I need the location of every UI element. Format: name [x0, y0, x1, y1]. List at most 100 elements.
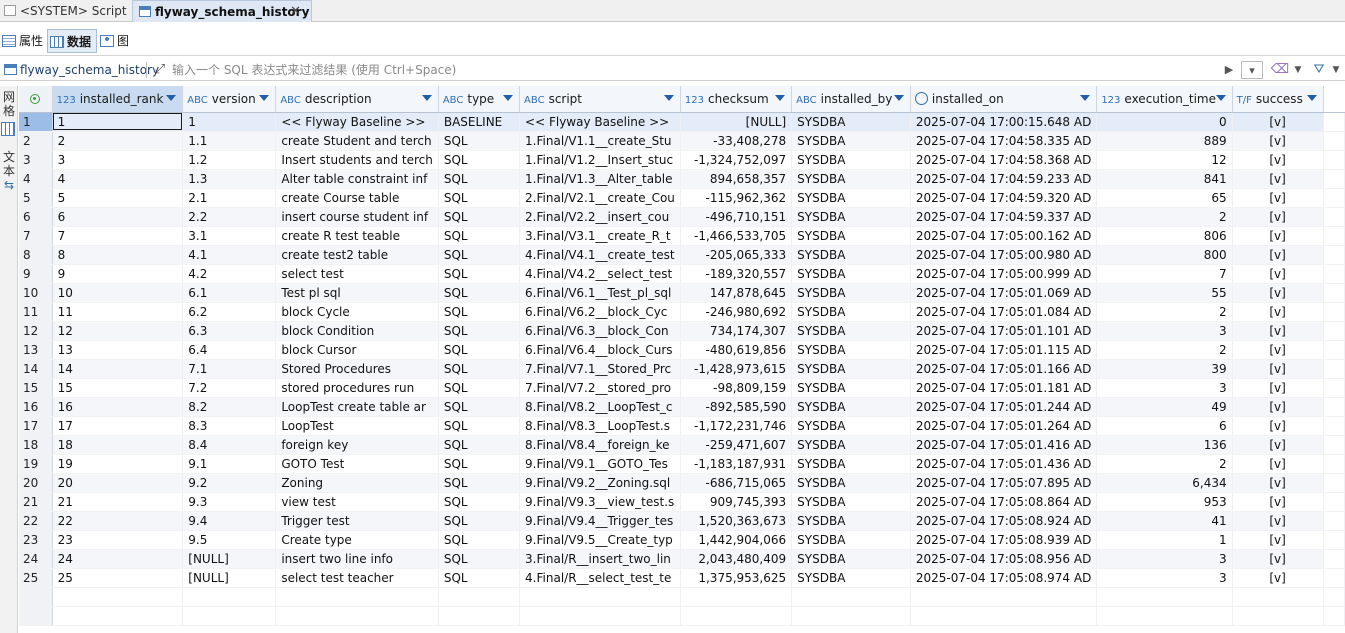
cell-type[interactable]: SQL [438, 131, 521, 151]
cell-description[interactable]: Alter table constraint inf [275, 169, 439, 189]
chevron-down-icon[interactable] [663, 95, 674, 101]
cell-installed-by[interactable]: SYSDBA [791, 511, 911, 531]
cell-script[interactable]: 6.Final/V6.3__block_Con [519, 321, 681, 341]
column-header-installed-by[interactable]: ABC installed_by [791, 86, 911, 113]
cell-checksum[interactable]: -259,471,607 [680, 435, 793, 455]
row-status-header[interactable] [19, 86, 53, 113]
cell-version[interactable]: 6.3 [182, 321, 277, 341]
cell-type[interactable]: SQL [438, 568, 521, 588]
cell-version[interactable]: 6.2 [182, 302, 277, 322]
table-row[interactable]: 19 19 9.1 GOTO Test SQL 9.Final/V9.1__GOTO_Te… [19, 454, 1345, 474]
cell-checksum[interactable]: -33,408,278 [680, 131, 793, 151]
cell-description[interactable]: Test pl sql [275, 283, 439, 303]
table-row[interactable]: 23 23 9.5 Create type SQL 9.Final/V9.5__Creat… [19, 530, 1345, 550]
cell-installed-on[interactable]: 2025-07-04 17:04:59.233 AD [910, 169, 1098, 189]
cell-installed-on[interactable]: 2025-07-04 17:05:00.162 AD [910, 226, 1098, 246]
text-view-icon[interactable]: ⇆ [0, 178, 18, 192]
cell-script[interactable]: 4.Final/V4.1__create_test [519, 245, 681, 265]
cell-rank[interactable]: 5 [52, 188, 184, 208]
cell-script[interactable]: 1.Final/V1.3__Alter_table [519, 169, 681, 189]
table-row[interactable]: 9 9 4.2 select test SQL 4.Final/V4.2__select_… [19, 264, 1345, 284]
cell-rank[interactable]: 3 [52, 150, 184, 170]
row-number[interactable]: 25 [19, 568, 53, 588]
cell-type[interactable]: SQL [438, 226, 521, 246]
cell-type[interactable]: SQL [438, 549, 521, 569]
cell-success[interactable]: [v] [1232, 321, 1324, 341]
cell-checksum[interactable]: 894,658,357 [680, 169, 793, 189]
cell-description[interactable]: Trigger test [275, 511, 439, 531]
chevron-down-icon[interactable] [503, 95, 514, 101]
cell-success[interactable]: [v] [1232, 568, 1324, 588]
cell-rank[interactable]: 6 [52, 207, 184, 227]
filter-history-dropdown[interactable]: ▾ [1241, 61, 1263, 79]
cell-installed-on[interactable]: 2025-07-04 17:05:01.115 AD [910, 340, 1098, 360]
cell-script[interactable]: 3.Final/V3.1__create_R_t [519, 226, 681, 246]
table-row[interactable]: 12 12 6.3 block Condition SQL 6.Final/V6.3__b… [19, 321, 1345, 341]
cell-installed-by[interactable]: SYSDBA [791, 131, 911, 151]
row-number[interactable]: 23 [19, 530, 53, 550]
table-row[interactable]: 25 25 [NULL] select test teacher SQL 4.Final/… [19, 568, 1345, 588]
table-row[interactable]: 14 14 7.1 Stored Procedures SQL 7.Final/V7.1_… [19, 359, 1345, 379]
row-number[interactable]: 16 [19, 397, 53, 417]
cell-execution-time[interactable]: 6,434 [1096, 473, 1233, 493]
cell-installed-by[interactable]: SYSDBA [791, 188, 911, 208]
tab-diagram[interactable]: 图 [98, 29, 136, 53]
cell-description[interactable]: foreign key [275, 435, 439, 455]
apply-filter-icon[interactable]: ▶ [1222, 61, 1236, 79]
cell-rank[interactable]: 15 [52, 378, 184, 398]
chevron-down-icon[interactable] [775, 95, 786, 101]
cell-execution-time[interactable]: 2 [1096, 302, 1233, 322]
cell-success[interactable]: [v] [1232, 112, 1324, 132]
row-number[interactable]: 6 [19, 207, 53, 227]
cell-type[interactable]: SQL [438, 454, 521, 474]
cell-checksum[interactable]: 147,878,645 [680, 283, 793, 303]
cell-execution-time[interactable]: 49 [1096, 397, 1233, 417]
table-row[interactable]: 6 6 2.2 insert course student inf SQL 2.Final… [19, 207, 1345, 227]
cell-execution-time[interactable]: 2 [1096, 454, 1233, 474]
row-number[interactable]: 10 [19, 283, 53, 303]
cell-version[interactable]: 8.4 [182, 435, 277, 455]
cell-execution-time[interactable]: 65 [1096, 188, 1233, 208]
cell-success[interactable]: [v] [1232, 264, 1324, 284]
cell-installed-by[interactable]: SYSDBA [791, 397, 911, 417]
cell-installed-by[interactable]: SYSDBA [791, 321, 911, 341]
cell-execution-time[interactable]: 3 [1096, 549, 1233, 569]
cell-success[interactable]: [v] [1232, 378, 1324, 398]
cell-version[interactable]: 1.2 [182, 150, 277, 170]
cell-version[interactable]: 9.2 [182, 473, 277, 493]
cell-checksum[interactable]: -205,065,333 [680, 245, 793, 265]
chevron-down-icon[interactable] [1306, 95, 1317, 101]
cell-installed-by[interactable]: SYSDBA [791, 264, 911, 284]
cell-version[interactable]: 7.1 [182, 359, 277, 379]
close-icon[interactable]: ✕ [290, 1, 301, 23]
cell-installed-on[interactable]: 2025-07-04 17:05:01.416 AD [910, 435, 1098, 455]
table-row[interactable]: 18 18 8.4 foreign key SQL 8.Final/V8.4__forei… [19, 435, 1345, 455]
tab-properties[interactable]: 属性 [0, 29, 46, 53]
column-header-script[interactable]: ABC script [519, 86, 681, 113]
cell-rank[interactable]: 19 [52, 454, 184, 474]
cell-installed-by[interactable]: SYSDBA [791, 359, 911, 379]
cell-script[interactable]: 9.Final/V9.4__Trigger_tes [519, 511, 681, 531]
cell-description[interactable]: select test teacher [275, 568, 439, 588]
cell-description[interactable]: insert two line info [275, 549, 439, 569]
side-tab-grid-label[interactable]: 网格 [0, 90, 18, 118]
cell-checksum[interactable]: -115,962,362 [680, 188, 793, 208]
cell-rank[interactable]: 16 [52, 397, 184, 417]
cell-rank[interactable]: 24 [52, 549, 184, 569]
cell-description[interactable]: Insert students and terch [275, 150, 439, 170]
row-number[interactable]: 15 [19, 378, 53, 398]
cell-installed-on[interactable]: 2025-07-04 17:05:01.101 AD [910, 321, 1098, 341]
row-number[interactable]: 2 [19, 131, 53, 151]
cell-installed-by[interactable]: SYSDBA [791, 112, 911, 132]
table-row[interactable]: 11 11 6.2 block Cycle SQL 6.Final/V6.2__block… [19, 302, 1345, 322]
cell-installed-by[interactable]: SYSDBA [791, 568, 911, 588]
cell-success[interactable]: [v] [1232, 416, 1324, 436]
cell-checksum[interactable]: 2,043,480,409 [680, 549, 793, 569]
cell-description[interactable]: block Condition [275, 321, 439, 341]
cell-installed-on[interactable]: 2025-07-04 17:05:08.974 AD [910, 568, 1098, 588]
cell-rank[interactable]: 11 [52, 302, 184, 322]
tab-data[interactable]: 数据 [47, 29, 97, 53]
cell-rank[interactable]: 21 [52, 492, 184, 512]
table-row[interactable]: 2 2 1.1 create Student and terch SQL 1.Final/… [19, 131, 1345, 151]
row-number[interactable]: 22 [19, 511, 53, 531]
